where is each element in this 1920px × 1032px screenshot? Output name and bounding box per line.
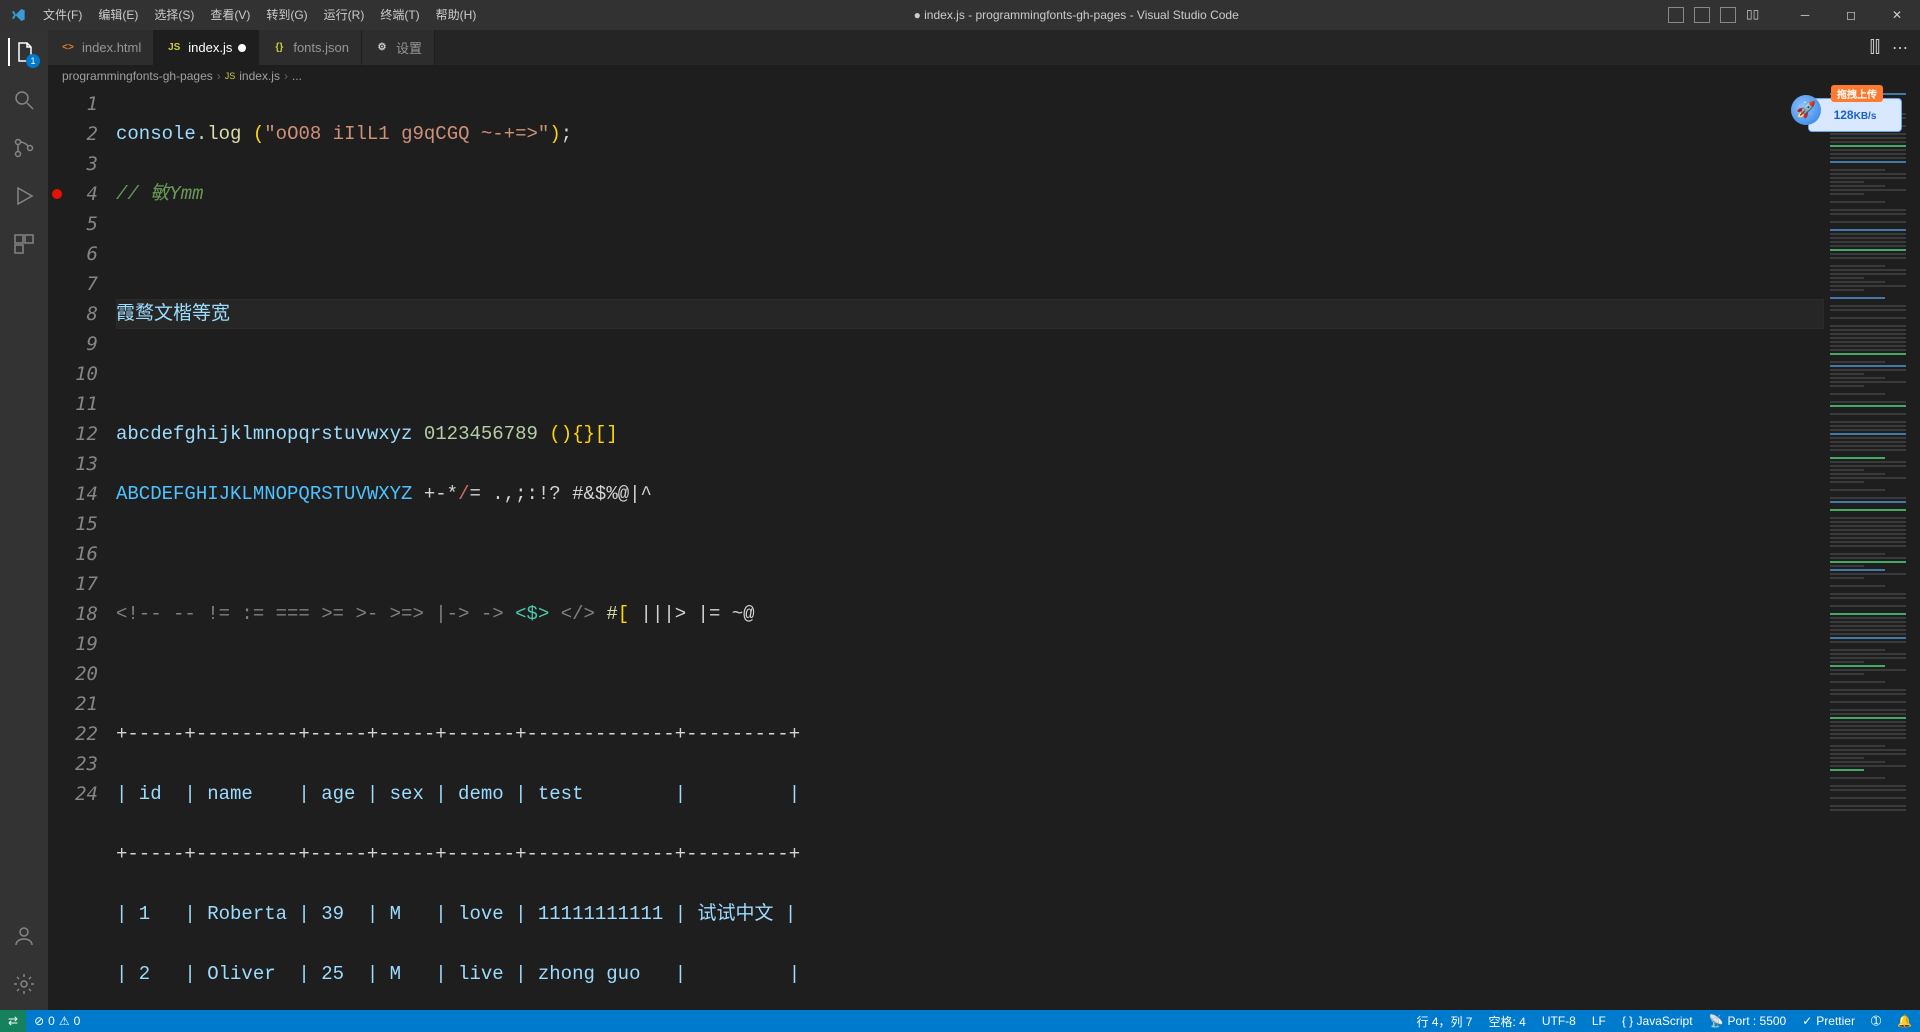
window-title: ● index.js - programmingfonts-gh-pages -… (484, 8, 1668, 22)
tab-label: fonts.json (293, 40, 349, 55)
tab-settings[interactable]: ⚙ 设置 (362, 30, 435, 65)
layout-controls[interactable]: ▯▯ (1668, 7, 1762, 23)
breakpoint-gutter[interactable] (48, 87, 66, 1010)
customize-layout-icon[interactable]: ▯▯ (1746, 7, 1762, 23)
warning-icon: ⚠ (59, 1014, 70, 1028)
toggle-primary-sidebar-icon[interactable] (1668, 7, 1684, 23)
extensions-icon[interactable] (10, 230, 38, 258)
menu-selection[interactable]: 选择(S) (146, 0, 202, 30)
menu-file[interactable]: 文件(F) (35, 0, 90, 30)
maximize-button[interactable]: ◻ (1828, 0, 1874, 30)
code-editor[interactable]: 123456789101112131415161718192021222324 … (48, 87, 1920, 1010)
activity-bar (0, 30, 48, 1010)
cursor-position[interactable]: 行 4，列 7 (1408, 1010, 1480, 1032)
dirty-indicator-icon (238, 44, 246, 52)
breadcrumb-file[interactable]: index.js (239, 69, 280, 83)
minimap[interactable] (1824, 87, 1920, 1010)
search-icon[interactable] (10, 86, 38, 114)
tab-label: index.js (188, 40, 232, 55)
line-number-gutter: 123456789101112131415161718192021222324 (66, 87, 116, 1010)
tab-fonts-json[interactable]: {} fonts.json (259, 30, 362, 65)
editor-tabs: <> index.html JS index.js {} fonts.json … (48, 30, 1920, 65)
split-editor-icon[interactable]: ⫿⫿ (1870, 39, 1880, 57)
breadcrumb-symbol[interactable]: ... (292, 69, 302, 83)
settings-gear-icon[interactable] (10, 970, 38, 998)
editor-area: <> index.html JS index.js {} fonts.json … (48, 30, 1920, 1010)
remote-indicator[interactable]: ⇄ (0, 1010, 26, 1032)
code-content[interactable]: console.log ("oO08 iIlL1 g9qCGQ ~-+=>");… (116, 87, 1824, 1010)
live-server-port[interactable]: 📡Port : 5500 (1701, 1010, 1795, 1032)
menu-edit[interactable]: 编辑(E) (90, 0, 146, 30)
upload-speed-badge[interactable]: 🚀 拖拽上传 128KB/s (1808, 98, 1902, 132)
broadcast-icon: 📡 (1709, 1014, 1724, 1028)
menu-run[interactable]: 运行(R) (316, 0, 373, 30)
html-file-icon: <> (60, 40, 76, 56)
breadcrumb-folder[interactable]: programmingfonts-gh-pages (62, 69, 213, 83)
js-file-icon: JS (166, 40, 182, 56)
notifications-icon[interactable]: 🔔 (1889, 1010, 1920, 1032)
explorer-icon[interactable] (8, 38, 38, 66)
upload-speed-value: 128KB/s (1834, 108, 1877, 122)
menu-view[interactable]: 查看(V) (202, 0, 258, 30)
title-bar: 文件(F) 编辑(E) 选择(S) 查看(V) 转到(G) 运行(R) 终端(T… (0, 0, 1920, 30)
upload-badge-label: 拖拽上传 (1831, 85, 1883, 102)
run-debug-icon[interactable] (10, 182, 38, 210)
rocket-icon: 🚀 (1791, 95, 1821, 125)
prettier-status[interactable]: ✓Prettier (1794, 1010, 1863, 1032)
feedback-icon[interactable]: ➀ (1863, 1010, 1889, 1032)
menu-help[interactable]: 帮助(H) (428, 0, 485, 30)
vscode-logo (0, 7, 35, 23)
chevron-right-icon: › (284, 69, 288, 83)
accounts-icon[interactable] (10, 922, 38, 950)
minimize-button[interactable]: ─ (1782, 0, 1828, 30)
eol[interactable]: LF (1584, 1010, 1614, 1032)
toggle-secondary-sidebar-icon[interactable] (1720, 7, 1736, 23)
settings-icon: ⚙ (374, 40, 390, 56)
error-icon: ⊘ (34, 1014, 44, 1028)
breakpoint-icon[interactable] (52, 189, 62, 199)
encoding[interactable]: UTF-8 (1534, 1010, 1584, 1032)
menu-terminal[interactable]: 终端(T) (372, 0, 427, 30)
source-control-icon[interactable] (10, 134, 38, 162)
problems-indicator[interactable]: ⊘0 ⚠0 (26, 1010, 88, 1032)
close-button[interactable]: ✕ (1874, 0, 1920, 30)
tab-index-js[interactable]: JS index.js (154, 30, 259, 65)
tab-label: 设置 (396, 38, 422, 57)
more-actions-icon[interactable]: ⋯ (1892, 38, 1908, 58)
toggle-panel-icon[interactable] (1694, 7, 1710, 23)
tab-index-html[interactable]: <> index.html (48, 30, 154, 65)
indentation[interactable]: 空格: 4 (1480, 1010, 1533, 1032)
menu-bar: 文件(F) 编辑(E) 选择(S) 查看(V) 转到(G) 运行(R) 终端(T… (35, 0, 484, 30)
chevron-right-icon: › (217, 69, 221, 83)
tab-label: index.html (82, 40, 141, 55)
breadcrumbs[interactable]: programmingfonts-gh-pages › JS index.js … (48, 65, 1920, 87)
language-mode[interactable]: { } JavaScript (1614, 1010, 1701, 1032)
check-icon: ✓ (1802, 1014, 1812, 1028)
json-file-icon: {} (271, 40, 287, 56)
status-bar: ⇄ ⊘0 ⚠0 行 4，列 7 空格: 4 UTF-8 LF { } JavaS… (0, 1010, 1920, 1032)
menu-go[interactable]: 转到(G) (258, 0, 315, 30)
js-file-icon: JS (225, 71, 236, 81)
remote-icon: ⇄ (8, 1014, 18, 1028)
